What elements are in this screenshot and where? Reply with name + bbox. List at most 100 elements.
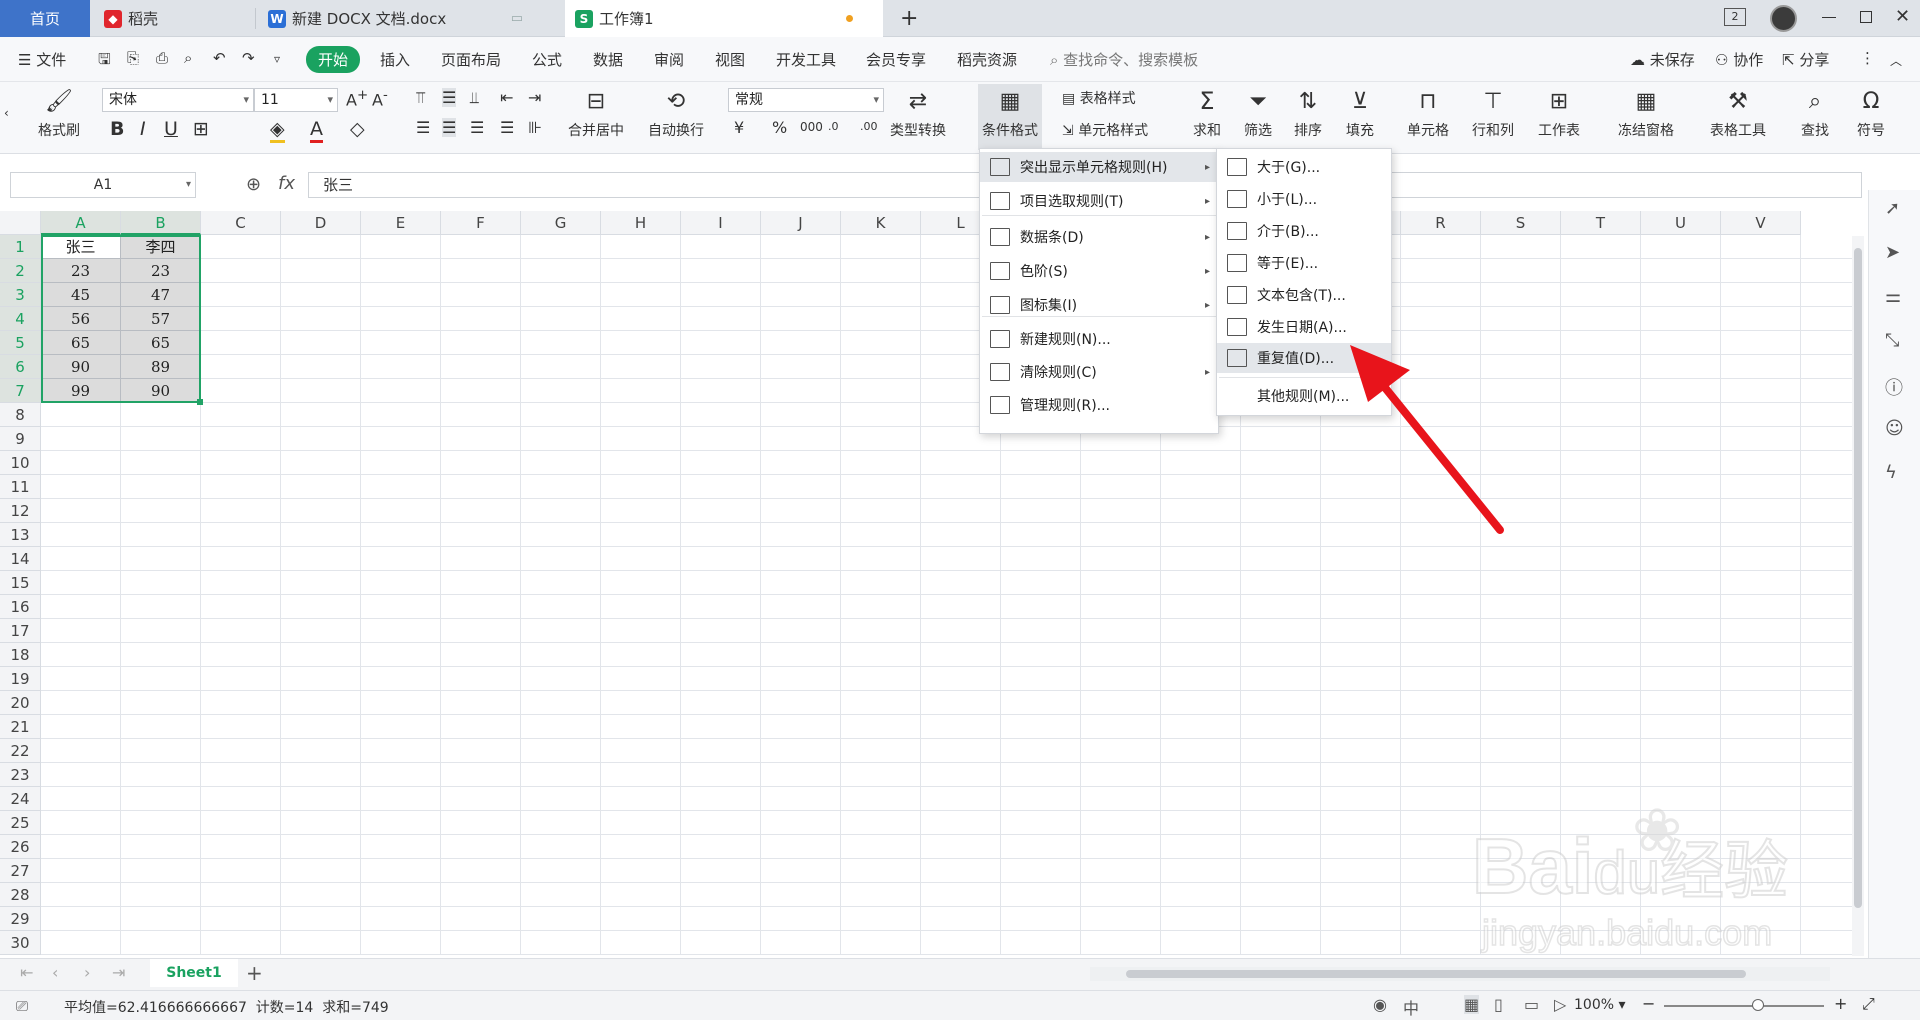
avatar[interactable]: [1770, 5, 1797, 32]
column-header-d[interactable]: D: [281, 211, 361, 235]
tab-formula[interactable]: 公式: [532, 49, 562, 70]
row-header-20[interactable]: 20: [0, 691, 41, 715]
robot-icon[interactable]: ☺: [1885, 418, 1904, 439]
tab-insert[interactable]: 插入: [380, 49, 410, 70]
ribbon-scroll-left-icon[interactable]: ‹: [4, 106, 9, 120]
undo-icon[interactable]: ↶: [213, 49, 226, 67]
column-header-g[interactable]: G: [521, 211, 601, 235]
distribute-icon[interactable]: ⊪: [528, 118, 542, 137]
symbol-button[interactable]: Ω 符号: [1856, 86, 1886, 140]
highlight-item-2[interactable]: 小于(L)...: [1217, 184, 1391, 214]
spreadsheet-grid[interactable]: ABCDEFGHIJKLMNOPQRSTUV123456789101112131…: [0, 211, 1920, 961]
fullscreen-icon[interactable]: ⤢: [1862, 994, 1875, 1014]
cf-menu-item-8[interactable]: 管理规则(R)...: [980, 390, 1218, 420]
row-header-4[interactable]: 4: [0, 307, 41, 331]
column-header-f[interactable]: F: [441, 211, 521, 235]
minimize-icon[interactable]: [1822, 17, 1836, 18]
row-header-5[interactable]: 5: [0, 331, 41, 355]
cell-style-button[interactable]: ⇲ 单元格样式: [1062, 120, 1148, 140]
column-header-i[interactable]: I: [681, 211, 761, 235]
tab-docer-resources[interactable]: 稻壳资源: [957, 49, 1017, 70]
macro-icon[interactable]: ⎚: [16, 997, 28, 1015]
zoom-slider-knob[interactable]: [1752, 999, 1764, 1011]
increase-decimal-icon[interactable]: .0: [828, 120, 839, 133]
row-header-6[interactable]: 6: [0, 355, 41, 379]
highlight-item-1[interactable]: 大于(G)...: [1217, 152, 1391, 182]
cell-b3[interactable]: 47: [121, 283, 201, 307]
quick-access-dropdown-icon[interactable]: ▿: [274, 52, 280, 66]
file-menu[interactable]: ☰ 文件: [18, 49, 66, 70]
font-size-select[interactable]: 11: [254, 88, 338, 112]
scroll-thumb[interactable]: [1854, 248, 1862, 908]
align-middle-icon[interactable]: ☰: [442, 88, 457, 107]
row-header-21[interactable]: 21: [0, 715, 41, 739]
cell-b6[interactable]: 89: [121, 355, 201, 379]
row-header-25[interactable]: 25: [0, 811, 41, 835]
row-header-7[interactable]: 7: [0, 379, 41, 403]
transform-icon[interactable]: ⤡: [1885, 330, 1899, 351]
cell-b2[interactable]: 23: [121, 259, 201, 283]
merge-center-button[interactable]: ⊟ 合并居中: [568, 86, 624, 140]
name-box[interactable]: A1 ▾: [10, 172, 196, 198]
first-sheet-icon[interactable]: ⇤: [20, 963, 33, 982]
fill-color-icon[interactable]: ◈: [270, 118, 285, 143]
cursor-icon[interactable]: ➤: [1885, 242, 1900, 263]
cell-a1[interactable]: 张三: [41, 235, 121, 259]
zoom-out-icon[interactable]: −: [1642, 994, 1655, 1013]
input-method-icon[interactable]: 中: [1403, 995, 1419, 1019]
prev-sheet-icon[interactable]: ‹: [52, 963, 58, 982]
next-sheet-icon[interactable]: ›: [84, 963, 90, 982]
row-header-19[interactable]: 19: [0, 667, 41, 691]
row-header-18[interactable]: 18: [0, 643, 41, 667]
border-icon[interactable]: ⊞: [193, 118, 209, 140]
row-header-24[interactable]: 24: [0, 787, 41, 811]
tab-view[interactable]: 视图: [715, 49, 745, 70]
row-header-8[interactable]: 8: [0, 403, 41, 427]
row-header-29[interactable]: 29: [0, 907, 41, 931]
tab-developer[interactable]: 开发工具: [776, 49, 836, 70]
window-count-icon[interactable]: 2: [1724, 8, 1746, 26]
column-header-j[interactable]: J: [761, 211, 841, 235]
column-header-k[interactable]: K: [841, 211, 921, 235]
rocket-icon[interactable]: ➚: [1885, 198, 1900, 219]
justify-icon[interactable]: ☰: [500, 118, 514, 137]
column-header-r[interactable]: R: [1401, 211, 1481, 235]
add-sheet-icon[interactable]: +: [246, 961, 263, 985]
row-header-30[interactable]: 30: [0, 931, 41, 955]
indent-decrease-icon[interactable]: ⇤: [500, 88, 513, 107]
print-preview-icon[interactable]: ⌕: [184, 49, 192, 67]
cell-a2[interactable]: 23: [41, 259, 121, 283]
wrap-text-button[interactable]: ⟲ 自动换行: [648, 86, 704, 140]
sheet-button[interactable]: ⊞ 工作表: [1538, 86, 1580, 140]
freeze-button[interactable]: ▦ 冻结窗格: [1618, 86, 1674, 140]
currency-icon[interactable]: ¥: [734, 118, 744, 137]
close-icon[interactable]: ✕: [1895, 6, 1910, 27]
highlight-item-3[interactable]: 介于(B)...: [1217, 216, 1391, 246]
percent-icon[interactable]: %: [772, 118, 787, 137]
row-header-15[interactable]: 15: [0, 571, 41, 595]
eye-icon[interactable]: ◉: [1373, 995, 1387, 1014]
unsaved-button[interactable]: ☁ 未保存: [1630, 49, 1695, 70]
reading-mode-icon[interactable]: ▷: [1554, 995, 1566, 1014]
font-color-icon[interactable]: A: [310, 118, 323, 143]
zoom-in-icon[interactable]: +: [1834, 994, 1847, 1013]
row-header-12[interactable]: 12: [0, 499, 41, 523]
highlight-item-5[interactable]: 文本包含(T)...: [1217, 280, 1391, 310]
find-button[interactable]: ⌕ 查找: [1800, 86, 1830, 140]
column-header-v[interactable]: V: [1721, 211, 1801, 235]
cf-menu-item-4[interactable]: 色阶(S) ▸: [980, 256, 1218, 286]
print-icon[interactable]: ⎙: [156, 49, 168, 67]
fx-icon[interactable]: fx: [278, 173, 295, 194]
row-header-23[interactable]: 23: [0, 763, 41, 787]
align-bottom-icon[interactable]: ⫫: [470, 88, 479, 108]
select-all-corner[interactable]: [0, 211, 41, 235]
cell-a5[interactable]: 65: [41, 331, 121, 355]
fill-button[interactable]: ⊻ 填充: [1345, 86, 1375, 140]
row-header-9[interactable]: 9: [0, 427, 41, 451]
row-header-11[interactable]: 11: [0, 475, 41, 499]
tab-start[interactable]: 开始: [306, 46, 361, 73]
lightning-icon[interactable]: ϟ: [1885, 462, 1897, 483]
vertical-scrollbar[interactable]: [1852, 236, 1864, 956]
column-header-c[interactable]: C: [201, 211, 281, 235]
command-search[interactable]: ⌕ 查找命令、搜索模板: [1050, 49, 1198, 70]
